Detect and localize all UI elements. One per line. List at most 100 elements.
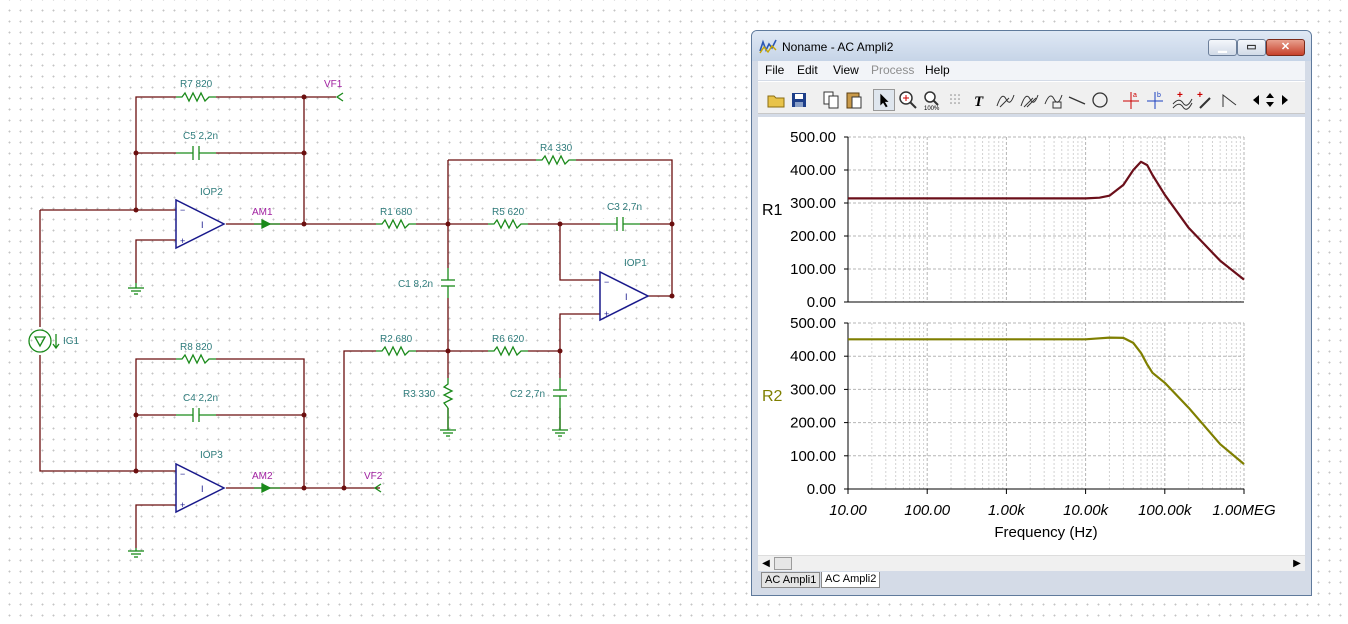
y-tick-label: 500.00 [790,129,836,146]
add-curve-icon[interactable]: + [1171,89,1193,111]
wire [448,313,600,352]
wire [135,96,305,224]
circle-tool-icon[interactable] [1089,89,1111,111]
text-tool-icon[interactable]: T [970,89,992,111]
curve-label-icon[interactable] [994,89,1016,111]
scroll-right-arrow-icon[interactable]: ▶ [1290,557,1304,571]
add-marker-icon[interactable]: + [1195,89,1217,111]
menu-edit[interactable]: Edit [797,63,818,77]
paste-icon[interactable] [843,89,865,111]
minimize-button[interactable]: ▁ [1208,39,1237,56]
pointer-icon[interactable] [873,89,895,111]
label-c5: C5 2,2n [183,131,218,142]
maximize-button[interactable]: ▭ [1237,39,1266,56]
series-curve-r1 [848,160,1245,281]
junction [133,150,139,156]
y-tick-label: 100.00 [790,261,836,278]
junction [301,94,307,100]
current-source-ig1[interactable] [28,329,60,353]
junction [133,207,139,213]
x-tick-label: 10.00k [1063,502,1110,519]
grid-icon[interactable] [945,89,967,111]
scroll-left-icon[interactable] [1249,89,1263,111]
ammeter-am1[interactable] [254,218,280,230]
ground-icon [128,548,144,558]
horizontal-scrollbar[interactable]: ◀ ▶ [758,555,1305,571]
junction [133,412,139,418]
slope-icon[interactable] [1219,89,1241,111]
schematic-canvas: −+I −+I −+I R7 820 C5 2,2n IOP2 AM1 VF1 … [28,79,675,558]
window-title: Noname - AC Ampli2 [782,40,894,54]
ground-icon [440,408,456,437]
label-r5: R5 620 [492,207,525,218]
label-c3: C3 2,7n [607,202,642,213]
svg-text:+: + [1197,90,1203,101]
cursor-a-icon[interactable]: a [1120,89,1142,111]
menu-help[interactable]: Help [925,63,950,77]
wire [39,355,176,472]
voltage-pin-vf1[interactable] [335,92,344,102]
y-axis-label-r1: R1 [762,202,783,219]
opamp-plus: + [180,236,185,246]
x-tick-label: 1.00MEG [1212,502,1276,519]
plot-area[interactable]: 500.00 400.00 300.00 200.00 100.00 0.00 R1 500.… [758,117,1305,555]
cursor-b-icon[interactable]: b [1144,89,1166,111]
tab-ac-ampli2[interactable]: AC Ampli2 [821,572,881,588]
junction [301,221,307,227]
label-r3: R3 330 [403,389,436,400]
wire [135,358,305,488]
label-iop2: IOP2 [200,187,223,198]
label-iop1: IOP1 [624,258,647,269]
y-tick-label: 300.00 [790,195,836,212]
frequency-response-chart[interactable]: 500.00 400.00 300.00 200.00 100.00 0.00 R1 500.… [758,117,1305,555]
copy-icon[interactable] [820,89,842,111]
x-tick-label: 100.00 [904,502,951,519]
opamp-minus: − [604,277,609,287]
tab-ac-ampli1[interactable]: AC Ampli1 [761,572,821,588]
zoom-100-icon[interactable]: 100% [921,89,943,111]
junction [301,412,307,418]
menu-file[interactable]: File [765,63,784,77]
label-am1: AM1 [252,207,273,218]
scroll-thumb[interactable] [774,557,792,570]
tina-app-icon [759,39,777,54]
save-icon[interactable] [788,89,810,111]
label-c4: C4 2,2n [183,393,218,404]
x-axis-label: Frequency (Hz) [994,524,1097,541]
curve-label-3-icon[interactable] [1042,89,1064,111]
ammeter-am2[interactable] [254,482,280,494]
open-folder-icon[interactable] [765,89,787,111]
wire [135,239,176,283]
x-tick-label: 100.00k [1138,502,1193,519]
scroll-left-arrow-icon[interactable]: ◀ [759,557,773,571]
minimize-icon: ▁ [1218,41,1227,53]
close-icon: ✕ [1280,41,1291,53]
menu-view[interactable]: View [833,63,859,77]
curve-label-2-icon[interactable] [1018,89,1040,111]
line-tool-icon[interactable] [1066,89,1088,111]
junction [445,221,451,227]
scroll-updown-icon[interactable] [1263,89,1277,111]
zoom-in-icon[interactable] [897,89,919,111]
opamp-plus: + [180,500,185,510]
y-tick-label: 100.00 [790,448,836,465]
junction [669,221,675,227]
junction [301,485,307,491]
ground-icon [552,408,568,437]
close-button[interactable]: ✕ [1266,39,1305,56]
label-r2: R2 680 [380,334,413,345]
label-vf1: VF1 [324,79,343,90]
opamp-plus: + [604,309,609,319]
menu-process[interactable]: Process [871,63,914,77]
y-tick-label: 300.00 [790,381,836,398]
wire [559,224,600,281]
scroll-right-icon[interactable] [1278,89,1292,111]
svg-text:a: a [1133,92,1137,99]
y-tick-label: 500.00 [790,315,836,332]
label-r8: R8 820 [180,342,213,353]
x-tick-label: 10.00 [829,502,867,519]
y-tick-label: 400.00 [790,162,836,179]
title-bar[interactable]: Noname - AC Ampli2 ▁ ▭ ✕ [752,31,1311,61]
opamp-mark: I [201,220,204,230]
junction [133,468,139,474]
